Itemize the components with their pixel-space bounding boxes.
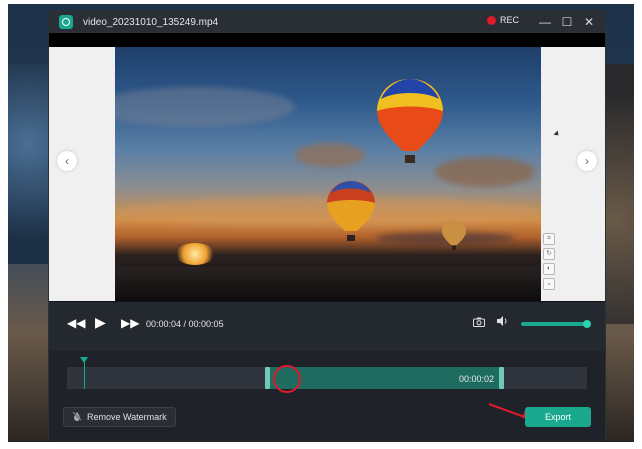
rotate-icon[interactable]: ↻ xyxy=(543,248,555,260)
crop-icon[interactable]: ⌗ xyxy=(543,233,555,245)
title-bar: video_20231010_135249.mp4 REC — ☐ ✕ xyxy=(49,11,605,33)
preview-top-bar xyxy=(49,33,605,47)
annotation-arrow xyxy=(488,403,527,419)
timecode: 00:00:04 / 00:00:05 xyxy=(146,319,224,329)
camera-icon[interactable] xyxy=(473,317,485,330)
balloon-large-icon xyxy=(377,79,443,163)
volume-slider[interactable] xyxy=(521,320,591,328)
edit-toolbar: ⌗ ↻ ◐ ⌄ xyxy=(543,233,555,290)
balloon-medium-icon xyxy=(327,181,375,241)
bottom-bar: Remove Watermark Export xyxy=(49,401,605,441)
desktop-background: video_20231010_135249.mp4 REC — ☐ ✕ ‹ › … xyxy=(8,4,634,442)
playhead-marker[interactable] xyxy=(80,357,88,389)
fast-forward-button[interactable]: ▶▶ xyxy=(121,316,139,330)
record-dot-icon xyxy=(486,15,496,25)
watermark-off-icon xyxy=(72,410,82,424)
close-button[interactable]: ✕ xyxy=(581,14,597,30)
next-button[interactable]: › xyxy=(577,151,597,171)
previous-button[interactable]: ‹ xyxy=(57,151,77,171)
trim-timeline-area: 00:00:02 xyxy=(49,351,605,401)
playback-controls: ◀◀ ▶ ▶▶ 00:00:04 / 00:00:05 xyxy=(49,301,605,351)
annotation-highlight-circle xyxy=(273,365,301,393)
cloud xyxy=(115,87,295,127)
cloud xyxy=(435,157,535,187)
record-button[interactable]: REC xyxy=(486,15,519,25)
record-label: REC xyxy=(499,15,519,25)
selection-duration: 00:00:02 xyxy=(459,374,495,384)
trim-handle-end[interactable] xyxy=(499,367,504,389)
video-frame[interactable] xyxy=(115,47,541,301)
balloon-small-icon xyxy=(442,220,466,250)
app-logo-icon xyxy=(59,15,73,29)
window-title: video_20231010_135249.mp4 xyxy=(83,16,219,28)
mouse-cursor-icon xyxy=(553,130,561,138)
sun xyxy=(175,243,215,265)
desktop-blur-left xyxy=(8,64,48,264)
speed-icon[interactable]: ◐ xyxy=(543,263,555,275)
remove-watermark-label: Remove Watermark xyxy=(87,412,167,422)
rewind-button[interactable]: ◀◀ xyxy=(67,316,85,330)
export-button[interactable]: Export xyxy=(525,407,591,427)
more-icon[interactable]: ⌄ xyxy=(543,278,555,290)
minimize-button[interactable]: — xyxy=(537,14,553,30)
preview-area: ‹ › ⌗ ↻ ◐ ⌄ xyxy=(49,33,605,301)
maximize-button[interactable]: ☐ xyxy=(559,14,575,30)
video-player-window: video_20231010_135249.mp4 REC — ☐ ✕ ‹ › … xyxy=(48,10,606,441)
volume-icon[interactable] xyxy=(497,316,509,329)
cloud xyxy=(295,143,365,167)
ground-silhouette xyxy=(115,267,541,301)
remove-watermark-button[interactable]: Remove Watermark xyxy=(63,407,176,427)
trim-handle-start[interactable] xyxy=(265,367,270,389)
volume-slider-knob[interactable] xyxy=(583,320,591,328)
play-button[interactable]: ▶ xyxy=(95,314,106,331)
